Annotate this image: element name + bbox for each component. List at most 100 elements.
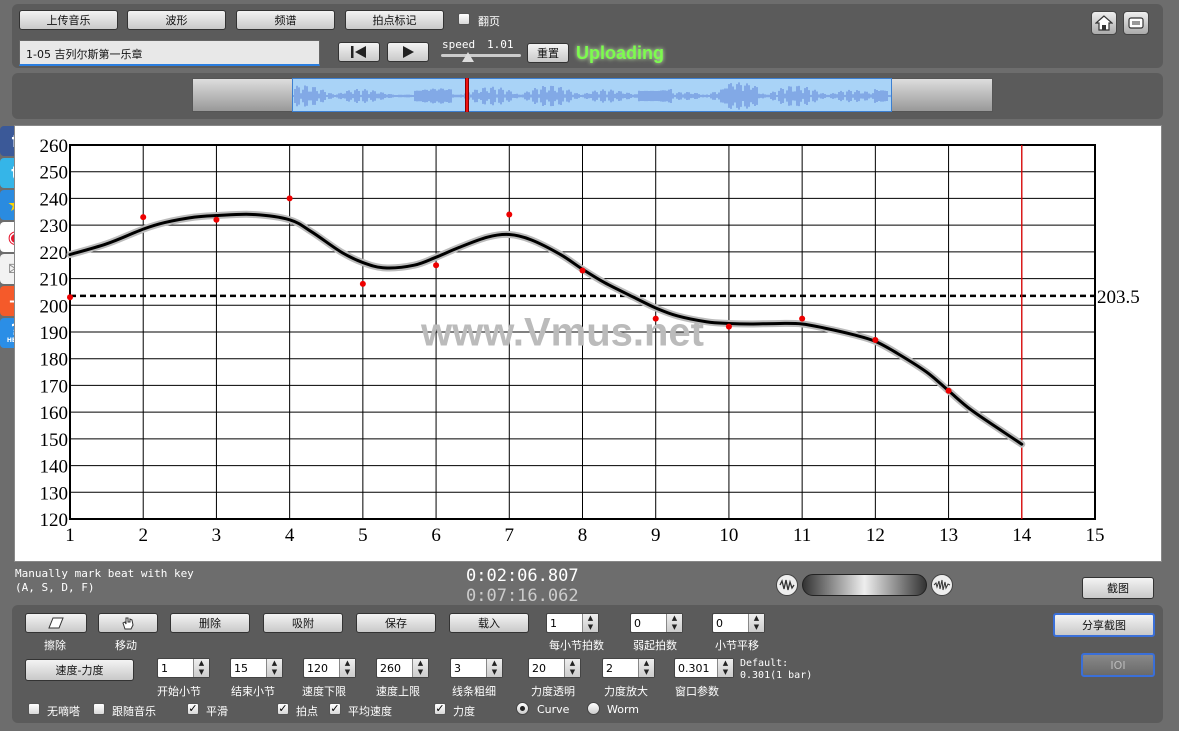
bar-shift-stepper[interactable]: 0 ▲ ▼ (712, 613, 765, 633)
curve-radio[interactable] (516, 702, 529, 715)
beat-points-checkbox[interactable]: ✓ (277, 703, 289, 715)
y-tick-label: 160 (40, 403, 69, 424)
force-label: 力度 (453, 705, 475, 718)
average-label: 203.5 (1097, 287, 1140, 308)
increment-icon[interactable]: ▲ (267, 659, 282, 668)
decrement-icon[interactable]: ▼ (583, 623, 598, 632)
speed-slider-track[interactable] (441, 54, 521, 57)
speed-slider-handle[interactable] (462, 52, 474, 62)
force-alpha-label: 力度透明 (531, 685, 575, 698)
speed-min-stepper[interactable]: 120 ▲ ▼ (303, 658, 356, 678)
save-button[interactable]: 保存 (356, 613, 436, 633)
x-tick-label: 6 (431, 525, 441, 546)
force-alpha-stepper[interactable]: 20 ▲ ▼ (528, 658, 581, 678)
mode-button[interactable]: 速度-力度 (25, 659, 134, 681)
flip-page-checkbox[interactable] (458, 13, 470, 25)
avg-speed-checkbox[interactable]: ✓ (329, 703, 341, 715)
tempo-chart[interactable]: 1 2 3 4 5 6 7 8 9 10 11 12 13 14 151201301401501601701… (15, 126, 1163, 563)
decrement-icon[interactable]: ▼ (413, 668, 428, 677)
force-alpha-value[interactable]: 20 (529, 659, 564, 677)
x-tick-label: 9 (651, 525, 661, 546)
speed-max-stepper[interactable]: 260 ▲ ▼ (376, 658, 429, 678)
line-width-value[interactable]: 3 (451, 659, 486, 677)
smooth-label: 平滑 (206, 705, 228, 718)
smooth-checkbox[interactable]: ✓ (187, 703, 199, 715)
load-button[interactable]: 载入 (449, 613, 529, 633)
wave-narrow-icon[interactable] (776, 574, 798, 596)
decrement-icon[interactable]: ▼ (718, 668, 733, 677)
watermark: www.Vmus.net (420, 310, 704, 354)
playhead-marker[interactable] (465, 78, 469, 112)
zoom-track[interactable] (802, 574, 927, 596)
beats-per-bar-value[interactable]: 1 (547, 614, 582, 632)
increment-icon[interactable]: ▲ (718, 659, 733, 668)
waveform-zoom-slider[interactable] (776, 573, 953, 597)
start-bar-stepper[interactable]: 1 ▲ ▼ (157, 658, 210, 678)
end-bar-stepper[interactable]: 15 ▲ ▼ (230, 658, 283, 678)
increment-icon[interactable]: ▲ (413, 659, 428, 668)
play-button[interactable] (387, 42, 429, 62)
force-scale-stepper[interactable]: 2 ▲ ▼ (602, 658, 655, 678)
decrement-icon[interactable]: ▼ (340, 668, 355, 677)
decrement-icon[interactable]: ▼ (267, 668, 282, 677)
force-checkbox[interactable]: ✓ (434, 703, 446, 715)
line-width-stepper[interactable]: 3 ▲ ▼ (450, 658, 503, 678)
increment-icon[interactable]: ▲ (583, 614, 598, 623)
screenshot-button[interactable]: 截图 (1082, 577, 1154, 599)
beats-per-bar-stepper[interactable]: 1 ▲ ▼ (546, 613, 599, 633)
increment-icon[interactable]: ▲ (487, 659, 502, 668)
wave-wide-icon[interactable] (931, 574, 953, 596)
decrement-icon[interactable]: ▼ (565, 668, 580, 677)
start-bar-label: 开始小节 (157, 685, 201, 698)
speed-min-value[interactable]: 120 (304, 659, 339, 677)
end-bar-value[interactable]: 15 (231, 659, 266, 677)
pickup-stepper[interactable]: 0 ▲ ▼ (630, 613, 683, 633)
increment-icon[interactable]: ▲ (749, 614, 764, 623)
curve-label: Curve (537, 703, 570, 716)
window-param-value[interactable]: 0.301 (675, 659, 717, 677)
beat-mark-button[interactable]: 拍点标记 (345, 10, 444, 30)
decrement-icon[interactable]: ▼ (749, 623, 764, 632)
force-scale-value[interactable]: 2 (603, 659, 638, 677)
erase-button[interactable] (25, 613, 87, 633)
speed-max-label: 速度上限 (376, 685, 420, 698)
start-bar-value[interactable]: 1 (158, 659, 193, 677)
skip-start-button[interactable] (338, 42, 380, 62)
increment-icon[interactable]: ▲ (639, 659, 654, 668)
share-screenshot-button[interactable]: 分享截图 (1053, 613, 1155, 637)
pickup-value[interactable]: 0 (631, 614, 666, 632)
decrement-icon[interactable]: ▼ (487, 668, 502, 677)
speed-label: speed (442, 38, 476, 51)
no-beep-checkbox[interactable] (28, 703, 40, 715)
beat-point (945, 387, 952, 394)
beat-point (359, 280, 366, 287)
bar-shift-value[interactable]: 0 (713, 614, 748, 632)
decrement-icon[interactable]: ▼ (667, 623, 682, 632)
delete-button[interactable]: 删除 (170, 613, 250, 633)
fullscreen-icon[interactable] (1123, 11, 1149, 35)
worm-radio[interactable] (587, 702, 600, 715)
beat-point (213, 216, 220, 223)
track-name-field[interactable]: 1-05 吉列尔斯第一乐章 (19, 40, 320, 66)
spectrum-button[interactable]: 频谱 (236, 10, 335, 30)
snap-button[interactable]: 吸附 (263, 613, 343, 633)
avg-speed-label: 平均速度 (348, 705, 392, 718)
upload-status: Uploading (576, 43, 664, 63)
default-hint-line2: 0.301(1 bar) (740, 670, 813, 681)
follow-music-checkbox[interactable] (93, 703, 105, 715)
upload-music-button[interactable]: 上传音乐 (19, 10, 118, 30)
move-button[interactable] (98, 613, 158, 633)
speed-max-value[interactable]: 260 (377, 659, 412, 677)
increment-icon[interactable]: ▲ (194, 659, 209, 668)
waveform-button[interactable]: 波形 (127, 10, 226, 30)
waveform-visible-region[interactable] (292, 78, 892, 112)
reset-button[interactable]: 重置 (527, 43, 569, 63)
x-tick-label: 8 (578, 525, 588, 546)
increment-icon[interactable]: ▲ (565, 659, 580, 668)
decrement-icon[interactable]: ▼ (194, 668, 209, 677)
home-icon[interactable] (1091, 11, 1117, 35)
increment-icon[interactable]: ▲ (667, 614, 682, 623)
decrement-icon[interactable]: ▼ (639, 668, 654, 677)
increment-icon[interactable]: ▲ (340, 659, 355, 668)
window-param-stepper[interactable]: 0.301 ▲ ▼ (674, 658, 734, 678)
